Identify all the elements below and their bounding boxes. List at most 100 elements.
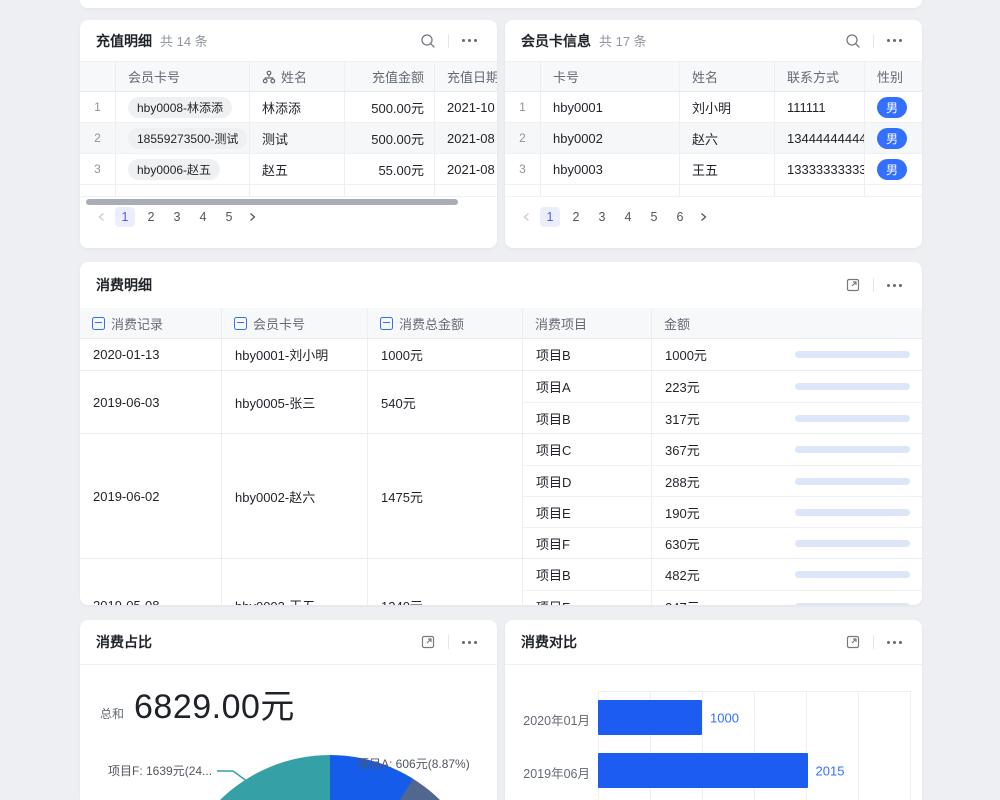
table-row[interactable]: 2 18559273500-测试 测试 500.00元 2021-08: [80, 123, 497, 154]
col-name: 姓名: [680, 62, 775, 91]
progress-bar: [795, 509, 910, 516]
gender-tag: 男: [877, 128, 907, 149]
progress-bar: [795, 478, 910, 485]
recharge-card-header: 充值明细 共 14 条: [80, 20, 497, 62]
record-count: 共 14 条: [160, 31, 208, 50]
card-no-tag: 18559273500-测试: [128, 128, 247, 149]
table-row[interactable]: 2 hby0002 赵六 13444444444 男: [505, 123, 922, 154]
pie-callout-label: 项目F: 1639元(24...: [108, 763, 212, 779]
horizontal-scrollbar[interactable]: [86, 199, 458, 205]
page-1[interactable]: 1: [115, 207, 135, 227]
pagination: 1 2 3 4 5 6: [505, 196, 922, 237]
col-amount: 充值金额: [345, 62, 435, 91]
record-group[interactable]: 2019-06-02 hby0002-赵六 1475元 项目C 367元 项目D…: [80, 434, 922, 559]
page-1[interactable]: 1: [540, 207, 560, 227]
bar-2020-01[interactable]: 1000: [598, 700, 702, 735]
next-page-icon[interactable]: [242, 207, 262, 227]
expand-icon[interactable]: [841, 273, 865, 297]
pie-summary: 总和 6829.00元: [80, 665, 497, 728]
page-2[interactable]: 2: [141, 207, 161, 227]
lookup-field-icon: [262, 70, 276, 84]
table-row[interactable]: 项目C 367元: [523, 434, 922, 465]
card-no-tag: hby0008-林添添: [128, 97, 232, 118]
record-group[interactable]: 2020-01-13 hby0001-刘小明 1000元 项目B 1000元: [80, 339, 922, 371]
bar-value-label: 1000: [710, 710, 739, 725]
page-4[interactable]: 4: [618, 207, 638, 227]
col-total: 消费总金额: [368, 308, 523, 338]
col-record: 消费记录: [80, 308, 222, 338]
progress-bar: [795, 603, 910, 606]
pie-callout-label: 项目A: 606元(8.87%): [357, 756, 470, 772]
table-row[interactable]: 项目F 630元: [523, 527, 922, 558]
card-title: 消费占比: [96, 632, 152, 652]
table-row[interactable]: 1 hby0008-林添添 林添添 500.00元 2021-10: [80, 92, 497, 123]
table-row[interactable]: 项目B 482元: [523, 559, 922, 590]
col-amount: 金额: [652, 308, 922, 338]
table-row[interactable]: 项目E 190元: [523, 496, 922, 527]
card-no-tag: hby0006-赵五: [128, 159, 220, 180]
gender-tag: 男: [877, 97, 907, 118]
member-card: 会员卡信息 共 17 条 卡号 姓名 联系方式 性别 1 hby0001 刘小明…: [505, 20, 922, 248]
collapse-group-icon: [234, 317, 247, 330]
more-icon[interactable]: [882, 29, 906, 53]
collapse-group-icon: [92, 317, 105, 330]
more-icon[interactable]: [457, 29, 481, 53]
page-5[interactable]: 5: [219, 207, 239, 227]
more-icon[interactable]: [882, 273, 906, 297]
prev-page-icon[interactable]: [517, 207, 537, 227]
bar-chart-card: 消费对比 2020年01月 1000 2019年06月 2015: [505, 620, 922, 800]
card-title: 充值明细: [96, 31, 152, 51]
clipped-row: [80, 185, 497, 196]
table-row[interactable]: 项目A 223元: [523, 371, 922, 402]
search-icon[interactable]: [841, 29, 865, 53]
table-row[interactable]: 3 hby0003 王五 13333333333 男: [505, 154, 922, 185]
bar-2019-06[interactable]: 2015: [598, 753, 808, 788]
page-3[interactable]: 3: [592, 207, 612, 227]
member-card-header: 会员卡信息 共 17 条: [505, 20, 922, 62]
divider: [873, 278, 874, 292]
consumption-card-header: 消费明细: [80, 262, 922, 308]
page-4[interactable]: 4: [193, 207, 213, 227]
collapse-group-icon: [380, 317, 393, 330]
more-icon[interactable]: [457, 630, 481, 654]
col-contact: 联系方式: [775, 62, 865, 91]
next-page-icon[interactable]: [693, 207, 713, 227]
card-title: 会员卡信息: [521, 31, 591, 51]
col-card-no: 会员卡号: [222, 308, 368, 338]
progress-bar: [795, 446, 910, 453]
record-group[interactable]: 2019-06-03 hby0005-张三 540元 项目A 223元 项目B …: [80, 371, 922, 434]
clipped-card-above: [80, 0, 922, 8]
col-card-no: 卡号: [541, 62, 680, 91]
progress-bar: [795, 415, 910, 422]
search-icon[interactable]: [416, 29, 440, 53]
table-row[interactable]: 3 hby0006-赵五 赵五 55.00元 2021-08: [80, 154, 497, 185]
category-label: 2019年06月: [505, 763, 590, 782]
col-gender: 性别: [865, 62, 922, 91]
col-name: 姓名: [250, 62, 345, 91]
progress-bar: [795, 351, 910, 358]
expand-icon[interactable]: [416, 630, 440, 654]
record-group[interactable]: 2019-05-08 hby0003-王五 1240元 项目B 482元 项目F…: [80, 559, 922, 605]
table-row[interactable]: 项目D 288元: [523, 465, 922, 496]
page-5[interactable]: 5: [644, 207, 664, 227]
record-count: 共 17 条: [599, 31, 647, 50]
divider: [873, 34, 874, 48]
gender-tag: 男: [877, 159, 907, 180]
page-3[interactable]: 3: [167, 207, 187, 227]
page-2[interactable]: 2: [566, 207, 586, 227]
page-6[interactable]: 6: [670, 207, 690, 227]
card-title: 消费明细: [96, 275, 152, 295]
table-row[interactable]: 项目B 1000元: [523, 339, 922, 370]
pie-chart-card: 消费占比 总和 6829.00元 项目F: 1639元(24... 项目A: 6…: [80, 620, 497, 800]
prev-page-icon[interactable]: [92, 207, 112, 227]
progress-bar: [795, 383, 910, 390]
bar-value-label: 2015: [816, 763, 845, 778]
divider: [448, 34, 449, 48]
table-row[interactable]: 1 hby0001 刘小明 111111 男: [505, 92, 922, 123]
table-header: 消费记录 会员卡号 消费总金额 消费项目 金额: [80, 308, 922, 339]
bar-chart-plot: 2020年01月 1000 2019年06月 2015: [505, 620, 922, 800]
table-row[interactable]: 项目B 317元: [523, 402, 922, 433]
table-row[interactable]: 项目F 247元: [523, 590, 922, 605]
progress-bar: [795, 540, 910, 547]
table-header: 卡号 姓名 联系方式 性别: [505, 62, 922, 92]
